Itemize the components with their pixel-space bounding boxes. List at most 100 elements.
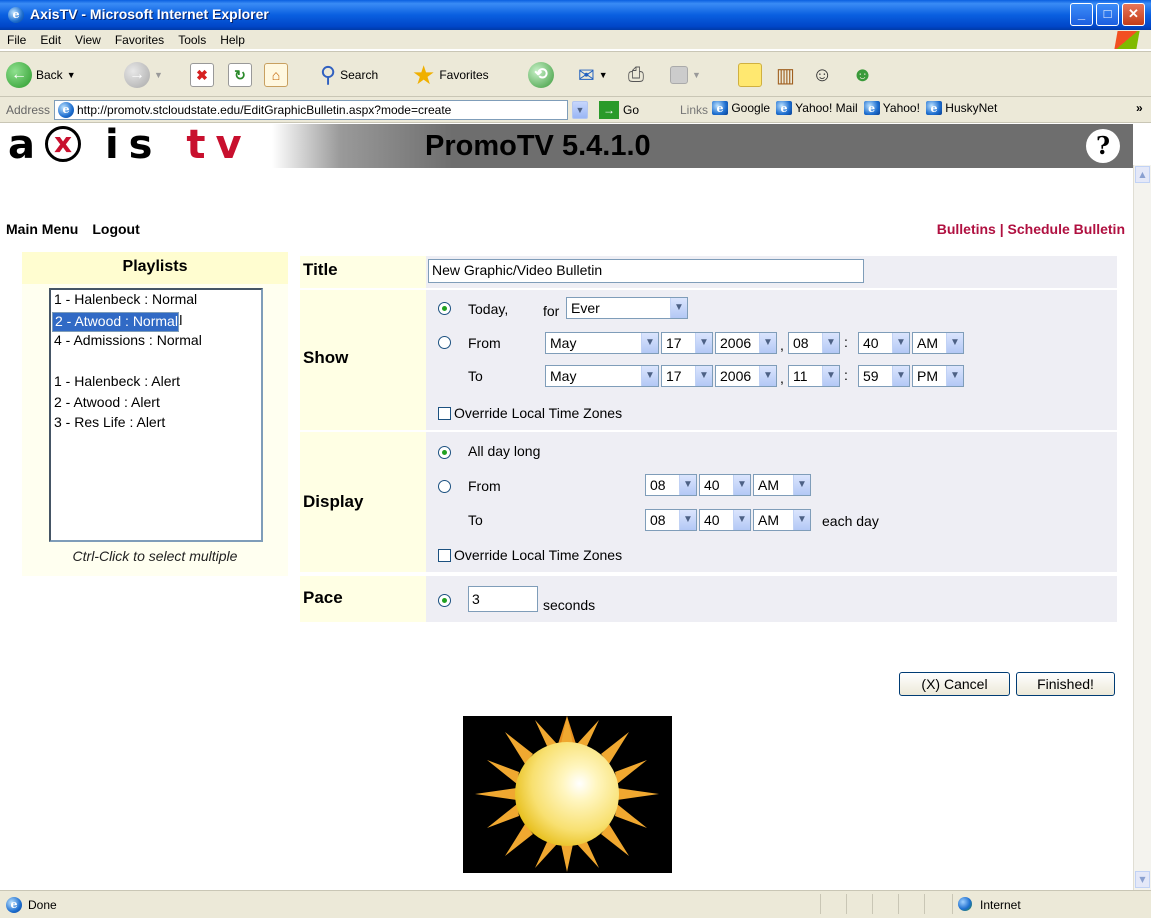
list-item[interactable]: 1 - Halenbeck : Alert xyxy=(52,373,260,394)
to-hour-select[interactable]: 11 ▼ xyxy=(788,365,840,387)
ie-icon: e xyxy=(8,7,24,23)
help-icon[interactable]: ? xyxy=(1086,129,1120,163)
select-value: 17 xyxy=(666,335,682,351)
home-button[interactable]: ⌂ xyxy=(264,60,288,90)
cancel-button[interactable]: (X) Cancel xyxy=(899,672,1010,696)
maximize-button[interactable]: □ xyxy=(1096,3,1119,26)
menu-favorites[interactable]: Favorites xyxy=(108,30,171,50)
list-item[interactable]: 4 - Admissions : Normal xyxy=(52,332,260,353)
to-day-select[interactable]: 17 ▼ xyxy=(661,365,713,387)
vertical-scrollbar[interactable]: ▲ ▼ xyxy=(1133,165,1151,890)
menu-file[interactable]: File xyxy=(0,30,33,50)
search-button[interactable]: ⚲ Search xyxy=(320,60,378,90)
display-to-hour-select[interactable]: 08 ▼ xyxy=(645,509,697,531)
to-minute-select[interactable]: 59 ▼ xyxy=(858,365,910,387)
chevron-down-icon: ▼ xyxy=(892,366,909,386)
list-item[interactable]: 2 - Atwood : Alert xyxy=(52,394,260,415)
link-yahoo-mail[interactable]: e Yahoo! Mail xyxy=(776,101,858,115)
research-button[interactable]: ▥ xyxy=(776,60,795,90)
from-year-select[interactable]: 2006 ▼ xyxy=(715,332,777,354)
link-google[interactable]: e Google xyxy=(712,101,770,115)
favorites-button[interactable]: ★ Favorites xyxy=(412,60,489,90)
select-value: 08 xyxy=(650,477,666,493)
link-huskynet[interactable]: e HuskyNet xyxy=(925,101,998,115)
to-month-select[interactable]: May ▼ xyxy=(545,365,659,387)
edit-button[interactable]: ▼ xyxy=(670,60,701,90)
playlists-hint: Ctrl-Click to select multiple xyxy=(72,548,238,564)
print-button[interactable]: ⎙ xyxy=(628,60,644,90)
from-month-select[interactable]: May ▼ xyxy=(545,332,659,354)
playlists-panel: Playlists 1 - Halenbeck : Normal 2 - Atw… xyxy=(22,252,288,576)
close-button[interactable]: ✕ xyxy=(1122,3,1145,26)
stop-button[interactable]: ✖ xyxy=(190,60,214,90)
forward-button[interactable]: → ▼ xyxy=(124,60,163,90)
menu-view[interactable]: View xyxy=(68,30,108,50)
link-yahoo[interactable]: e Yahoo! xyxy=(863,101,920,115)
display-all-day-radio[interactable] xyxy=(438,446,451,459)
from-minute-select[interactable]: 40 ▼ xyxy=(858,332,910,354)
mail-button[interactable]: ✉ ▼ xyxy=(578,60,608,90)
search-label: Search xyxy=(340,68,379,82)
display-from-minute-select[interactable]: 40 ▼ xyxy=(699,474,751,496)
display-from-hour-select[interactable]: 08 ▼ xyxy=(645,474,697,496)
display-to-label: To xyxy=(468,512,483,528)
back-button[interactable]: ← Back ▼ xyxy=(6,60,76,90)
main-menu-link[interactable]: Main Menu xyxy=(6,221,78,237)
pace-radio[interactable] xyxy=(438,594,451,607)
list-item[interactable]: 1 - Halenbeck : Normal xyxy=(52,291,260,312)
from-hour-select[interactable]: 08 ▼ xyxy=(788,332,840,354)
address-input[interactable]: e http://promotv.stcloudstate.edu/EditGr… xyxy=(54,100,568,120)
scroll-down-icon[interactable]: ▼ xyxy=(1135,871,1150,888)
select-value: 40 xyxy=(863,335,879,351)
chevron-right-icon[interactable]: » xyxy=(1136,101,1143,115)
address-label: Address xyxy=(6,103,51,117)
pace-input[interactable]: 3 xyxy=(468,586,538,612)
messenger-button[interactable]: ☺ xyxy=(812,60,832,90)
to-ampm-select[interactable]: PM ▼ xyxy=(912,365,964,387)
menu-tools[interactable]: Tools xyxy=(171,30,213,50)
history-button[interactable]: ⟲ xyxy=(528,60,554,90)
display-from-radio[interactable] xyxy=(438,480,451,493)
playlists-listbox[interactable]: 1 - Halenbeck : Normal 2 - Atwood : Norm… xyxy=(49,288,263,542)
select-value: Ever xyxy=(571,300,600,316)
show-today-radio[interactable] xyxy=(438,302,451,315)
select-value: 08 xyxy=(650,512,666,528)
show-override-checkbox[interactable] xyxy=(438,407,451,420)
from-day-select[interactable]: 17 ▼ xyxy=(661,332,713,354)
display-override-checkbox[interactable] xyxy=(438,549,451,562)
chevron-down-icon: ▼ xyxy=(598,70,608,80)
menu-help[interactable]: Help xyxy=(213,30,252,50)
show-from-radio[interactable] xyxy=(438,336,451,349)
chevron-down-icon: ▼ xyxy=(733,475,750,495)
note-icon xyxy=(738,63,762,87)
page-icon: e xyxy=(863,101,880,115)
show-for-select[interactable]: Ever ▼ xyxy=(566,297,688,319)
minimize-button[interactable]: _ xyxy=(1070,3,1093,26)
go-button[interactable]: → Go xyxy=(599,101,639,119)
display-from-ampm-select[interactable]: AM ▼ xyxy=(753,474,811,496)
logo-is: is xyxy=(104,122,163,168)
contacts-button[interactable]: ☻ xyxy=(852,60,873,90)
list-item[interactable]: 3 - Res Life : Alert xyxy=(52,414,260,435)
menu-edit[interactable]: Edit xyxy=(33,30,68,50)
bulletins-schedule-link[interactable]: Bulletins | Schedule Bulletin xyxy=(937,221,1125,237)
search-icon: ⚲ xyxy=(320,62,337,87)
display-to-ampm-select[interactable]: AM ▼ xyxy=(753,509,811,531)
scroll-up-icon[interactable]: ▲ xyxy=(1135,166,1150,183)
list-item-selected[interactable]: 2 - Atwood : Normal xyxy=(52,311,179,332)
address-dropdown[interactable]: ▼ xyxy=(572,101,588,119)
toolbar: ← Back ▼ → ▼ ✖ ↻ ⌂ ⚲ Search ★ Favorites … xyxy=(0,51,1151,97)
finished-button[interactable]: Finished! xyxy=(1016,672,1115,696)
list-item[interactable] xyxy=(52,353,260,374)
title-cell: New Graphic/Video Bulletin xyxy=(426,256,1117,288)
chevron-down-icon: ▼ xyxy=(66,70,76,80)
chevron-down-icon: ▼ xyxy=(733,510,750,530)
from-ampm-select[interactable]: AM ▼ xyxy=(912,332,964,354)
display-to-minute-select[interactable]: 40 ▼ xyxy=(699,509,751,531)
discuss-button[interactable] xyxy=(738,60,762,90)
title-input[interactable]: New Graphic/Video Bulletin xyxy=(428,259,864,283)
link-label: HuskyNet xyxy=(945,101,998,115)
refresh-button[interactable]: ↻ xyxy=(228,60,252,90)
to-year-select[interactable]: 2006 ▼ xyxy=(715,365,777,387)
logout-link[interactable]: Logout xyxy=(92,221,139,237)
